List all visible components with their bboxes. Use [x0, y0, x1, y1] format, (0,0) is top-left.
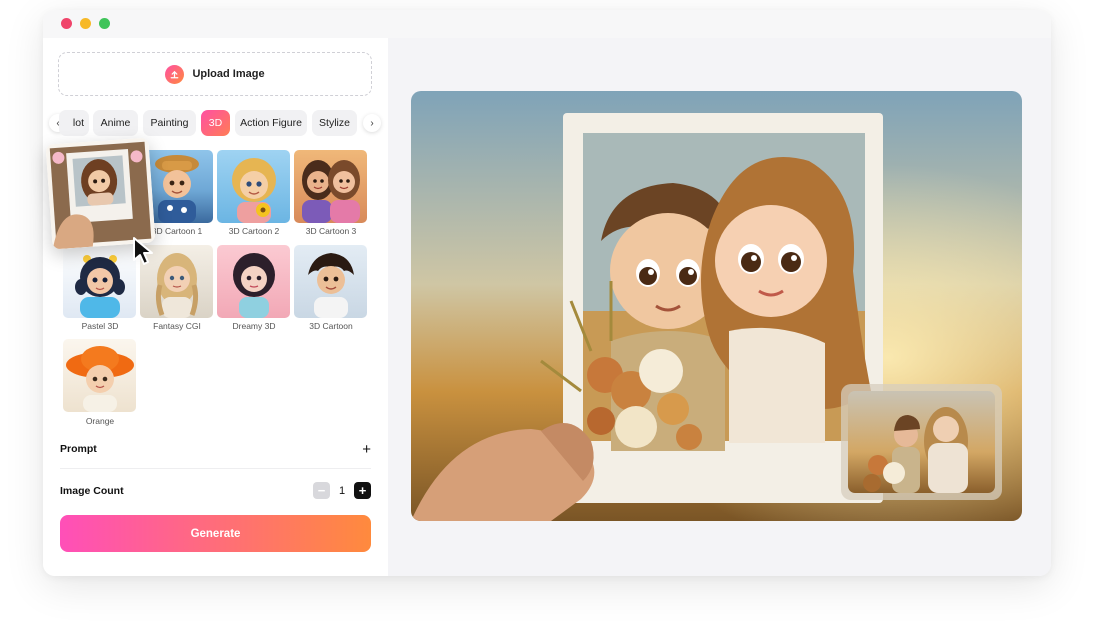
upload-image-button[interactable]: Upload Image — [58, 52, 372, 96]
tabs-scroll-right-button[interactable]: › — [363, 114, 381, 132]
prompt-label: Prompt — [60, 443, 97, 455]
preview-panel — [388, 38, 1051, 576]
source-photo-thumbnail[interactable] — [841, 384, 1002, 500]
prompt-section[interactable]: Prompt + — [60, 440, 371, 458]
style-category-tabs: ‹ lot Anime Painting 3D Action Figure St… — [47, 110, 385, 136]
style-card-dreamy-3d[interactable] — [217, 245, 290, 318]
image-count-label: Image Count — [60, 485, 124, 497]
prompt-expand-icon[interactable]: + — [362, 441, 371, 458]
image-count-row: Image Count − 1 + — [60, 482, 371, 500]
upload-image-label: Upload Image — [192, 68, 265, 80]
style-card-3d-cartoon-2[interactable] — [217, 150, 290, 223]
style-label-3d-cartoon-3: 3D Cartoon 3 — [305, 226, 357, 236]
control-panel: Upload Image ‹ lot Anime Painting 3D Act… — [43, 38, 388, 576]
upload-icon — [165, 64, 185, 84]
style-label-3d-cartoon: 3D Cartoon — [309, 321, 353, 331]
tab-painting[interactable]: Painting — [143, 110, 196, 136]
title-bar — [43, 10, 1051, 38]
style-card-3d-cartoon[interactable] — [294, 245, 367, 318]
style-label-orange: Orange — [85, 416, 115, 426]
image-count-value: 1 — [338, 484, 346, 497]
decrement-button[interactable]: − — [313, 482, 330, 499]
app-window: Upload Image ‹ lot Anime Painting 3D Act… — [43, 10, 1051, 576]
maximize-window-button[interactable] — [99, 18, 110, 29]
tab-action-figure[interactable]: Action Figure — [235, 110, 307, 136]
tab-anime[interactable]: Anime — [93, 110, 138, 136]
mouse-cursor-icon — [133, 237, 153, 265]
tab-stylize[interactable]: Stylize — [312, 110, 357, 136]
tab-lot[interactable]: lot — [59, 110, 89, 136]
chevron-right-icon: › — [370, 117, 374, 129]
minimize-window-button[interactable] — [80, 18, 91, 29]
style-card-orange[interactable] — [63, 339, 136, 412]
style-card-3d-cartoon-3[interactable] — [294, 150, 367, 223]
result-image[interactable] — [411, 91, 1022, 521]
image-count-stepper: − 1 + — [313, 482, 371, 499]
generate-button[interactable]: Generate — [60, 515, 371, 552]
close-window-button[interactable] — [61, 18, 72, 29]
tab-3d[interactable]: 3D — [201, 110, 230, 136]
divider — [60, 468, 371, 469]
dragged-sample-photo[interactable] — [45, 137, 156, 250]
style-card-pastel-3d[interactable] — [63, 245, 136, 318]
increment-button[interactable]: + — [354, 482, 371, 499]
